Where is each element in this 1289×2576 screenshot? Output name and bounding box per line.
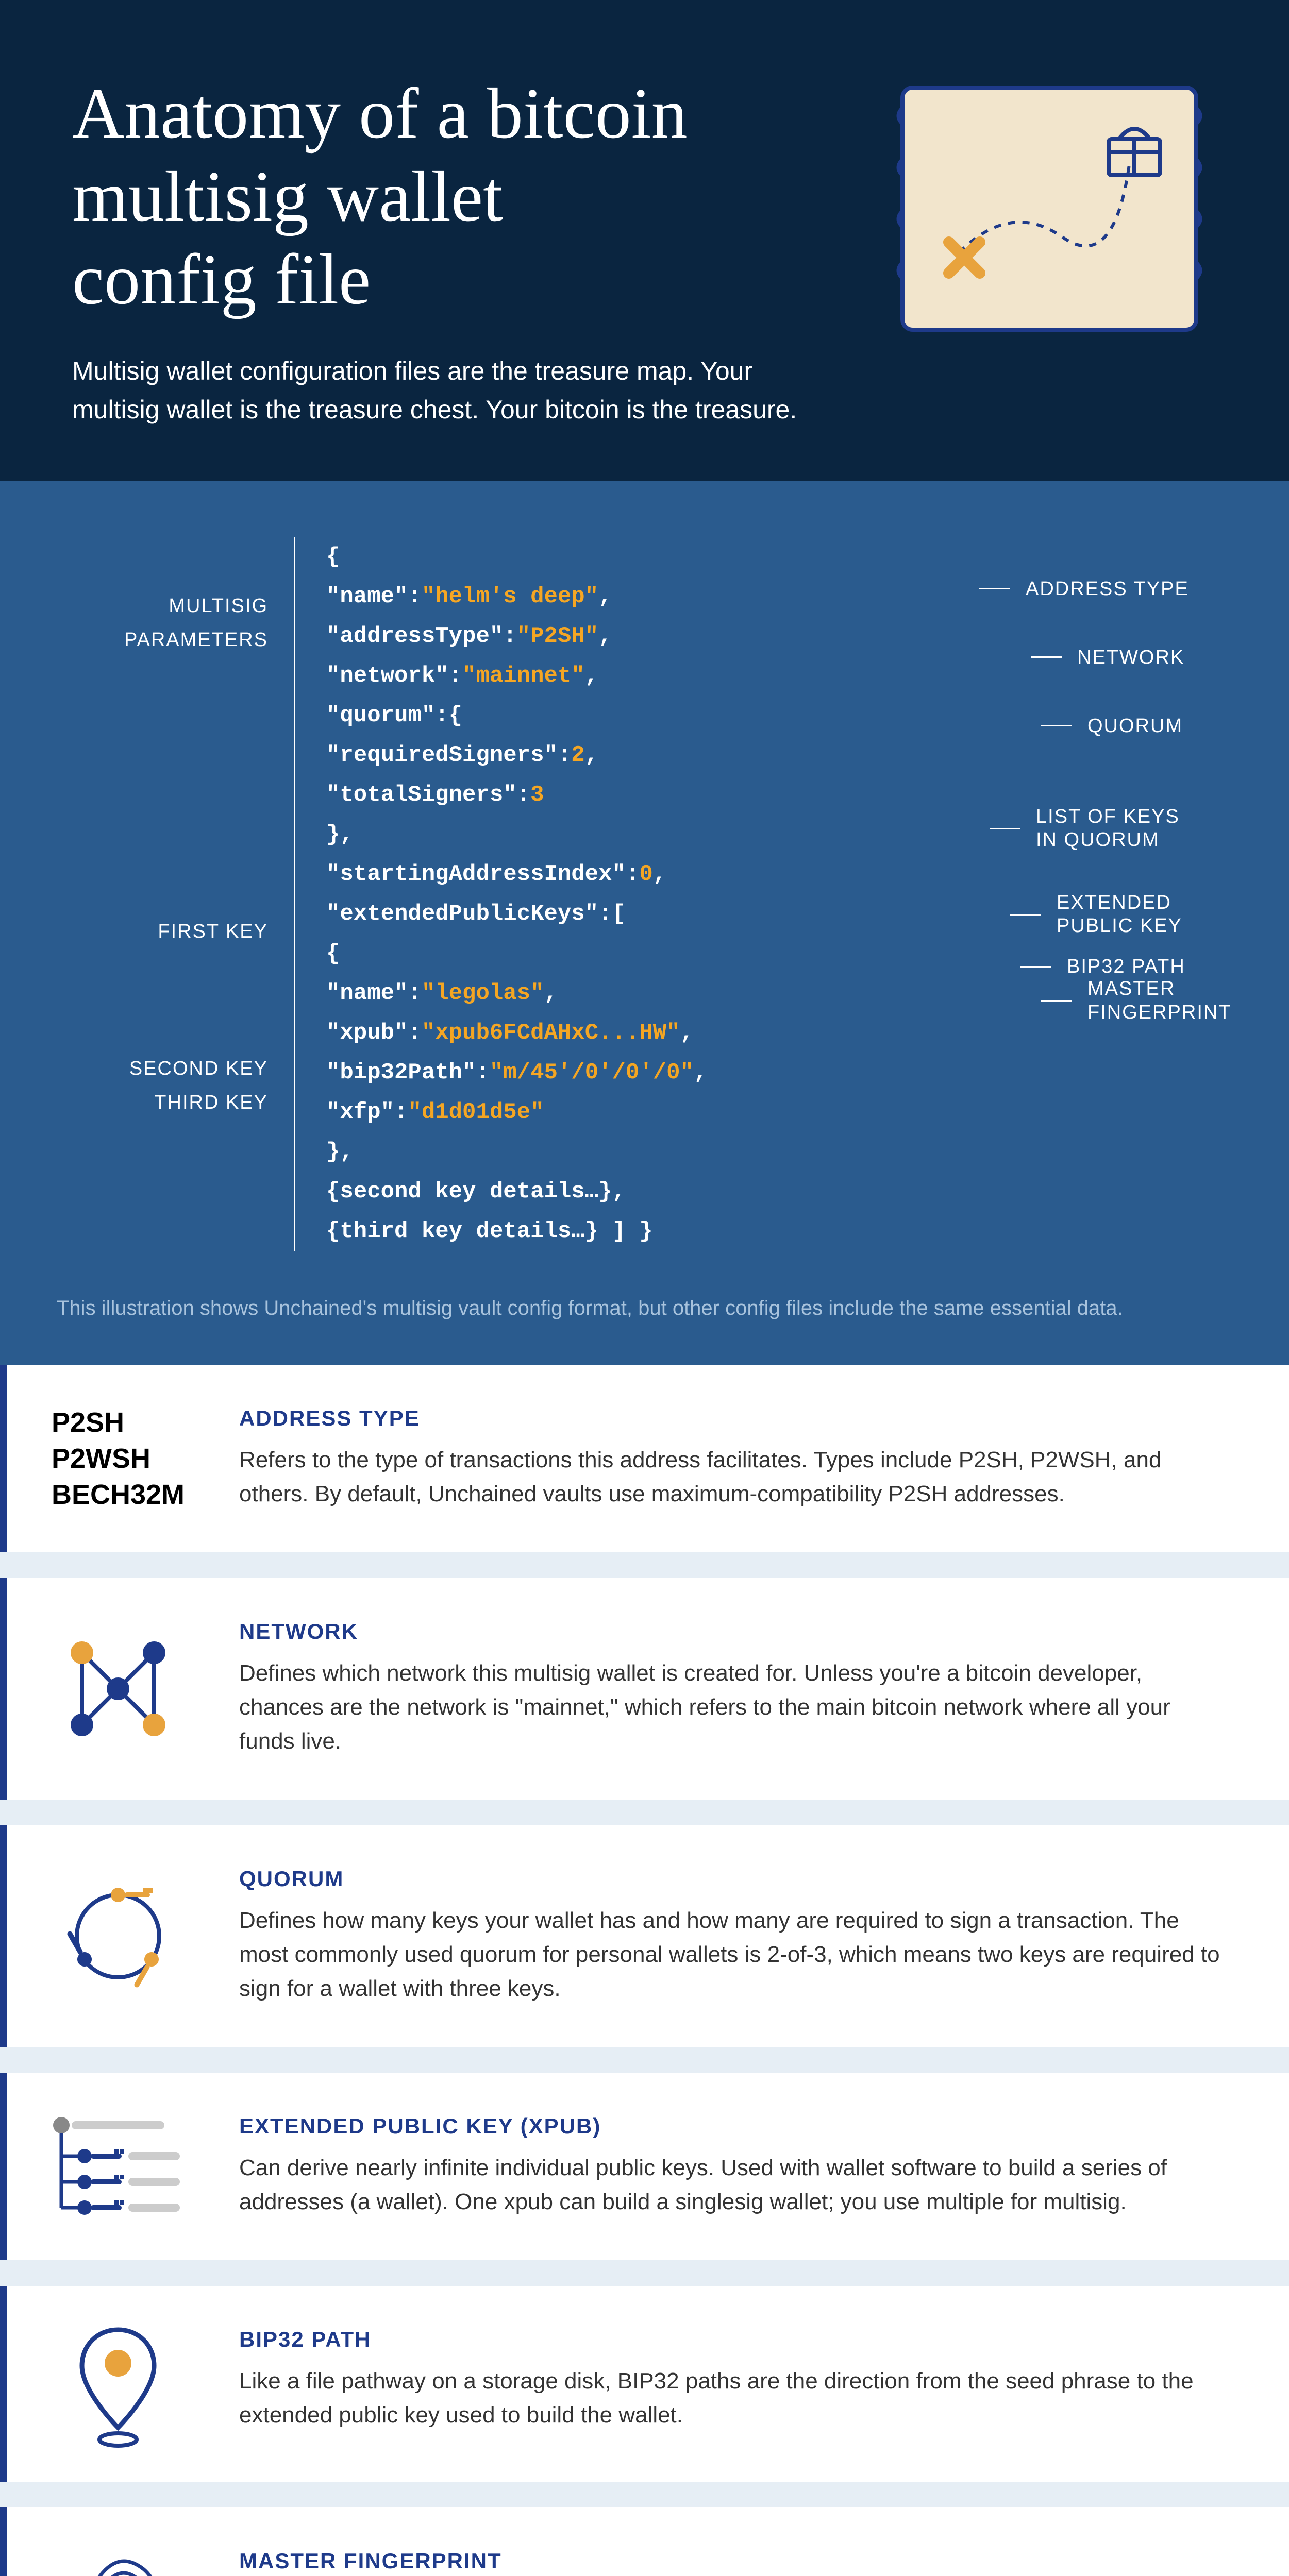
card-text: Defines how many keys your wallet has an…: [239, 1904, 1227, 2006]
card-title: NETWORK: [239, 1619, 1227, 1644]
treasure-map-icon: [882, 72, 1217, 355]
fingerprint-icon: [7, 2507, 229, 2576]
header: Anatomy of a bitcoin multisig wallet con…: [0, 0, 1289, 481]
label-first-key: FIRST KEY: [57, 914, 268, 949]
xpub-icon: [7, 2073, 229, 2260]
card-bip32: BIP32 PATH Like a file pathway on a stor…: [0, 2286, 1289, 2482]
card-text: Refers to the type of transactions this …: [239, 1443, 1227, 1511]
label-xpub: EXTENDED PUBLIC KEY: [1010, 897, 1232, 932]
card-fingerprint: MASTER FINGERPRINT A unique identifier f…: [0, 2507, 1289, 2576]
label-list-keys: LIST OF KEYS IN QUORUM: [990, 811, 1232, 846]
code-panel: MULTISIG PARAMETERS FIRST KEY SECOND KEY…: [0, 481, 1289, 1365]
label-network: NETWORK: [1031, 640, 1232, 675]
quorum-icon: [7, 1825, 229, 2047]
page-subtitle: Multisig wallet configuration files are …: [72, 352, 845, 429]
card-quorum: QUORUM Defines how many keys your wallet…: [0, 1825, 1289, 2047]
card-text: Defines which network this multisig wall…: [239, 1656, 1227, 1758]
card-title: ADDRESS TYPE: [239, 1406, 1227, 1431]
address-types-icon: P2SH P2WSH BECH32M: [7, 1365, 229, 1552]
card-text: Can derive nearly infinite individual pu…: [239, 2151, 1227, 2219]
card-title: QUORUM: [239, 1867, 1227, 1891]
code-footnote: This illustration shows Unchained's mult…: [57, 1293, 1232, 1324]
label-multisig-params: MULTISIG PARAMETERS: [57, 606, 268, 640]
label-address-type: ADDRESS TYPE: [979, 572, 1232, 606]
card-title: EXTENDED PUBLIC KEY (XPUB): [239, 2114, 1227, 2139]
label-third-key: THIRD KEY: [57, 1086, 268, 1120]
card-text: Like a file pathway on a storage disk, B…: [239, 2364, 1227, 2432]
network-icon: [7, 1578, 229, 1800]
page-title: Anatomy of a bitcoin multisig wallet con…: [72, 72, 851, 321]
label-fingerprint: MASTER FINGERPRINT: [1041, 984, 1232, 1018]
bip32-path-icon: [7, 2286, 229, 2482]
label-quorum: QUORUM: [1041, 709, 1232, 743]
label-second-key: SECOND KEY: [57, 1052, 268, 1086]
definition-cards: P2SH P2WSH BECH32M ADDRESS TYPE Refers t…: [0, 1365, 1289, 2576]
config-json-code: { "name": "helm's deep", "addressType": …: [294, 537, 912, 1251]
card-address-type: P2SH P2WSH BECH32M ADDRESS TYPE Refers t…: [0, 1365, 1289, 1552]
card-title: BIP32 PATH: [239, 2327, 1227, 2352]
card-title: MASTER FINGERPRINT: [239, 2549, 1227, 2573]
card-network: NETWORK Defines which network this multi…: [0, 1578, 1289, 1800]
card-xpub: EXTENDED PUBLIC KEY (XPUB) Can derive ne…: [0, 2073, 1289, 2260]
